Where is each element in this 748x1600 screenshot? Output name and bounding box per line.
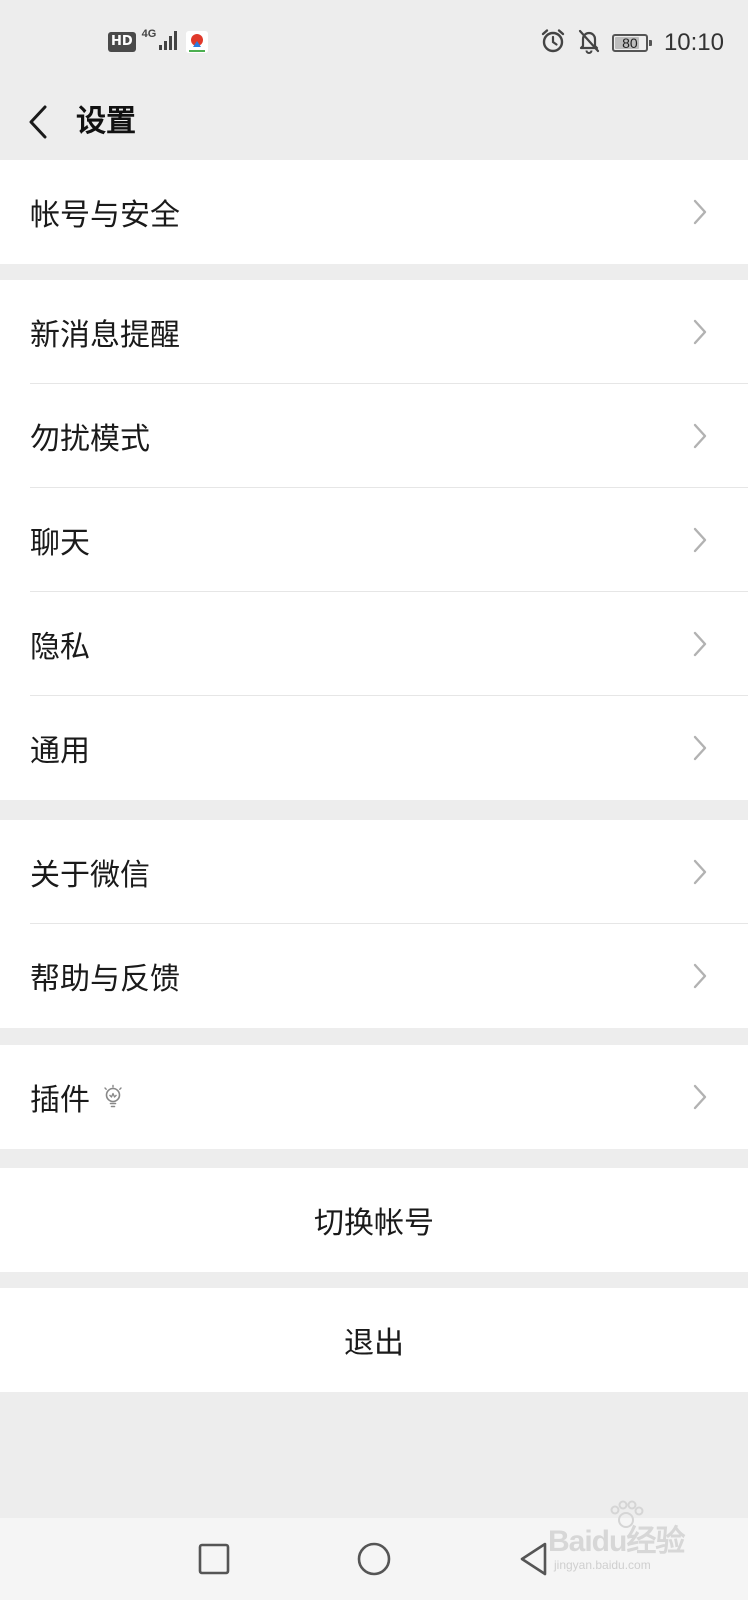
settings-item-label: 帮助与反馈 <box>30 962 180 997</box>
logout-label: 退出 <box>344 1326 404 1361</box>
settings-item-label: 关于微信 <box>30 858 150 893</box>
square-icon <box>198 1543 230 1575</box>
settings-item-privacy[interactable]: 隐私 <box>0 592 748 696</box>
settings-item-about[interactable]: 关于微信 <box>0 820 748 924</box>
back-button[interactable] <box>14 94 64 150</box>
alarm-icon <box>540 28 566 58</box>
chevron-right-icon <box>693 859 707 885</box>
chevron-right-icon <box>693 319 707 345</box>
status-left: HD 4G <box>108 28 209 56</box>
network-type: 4G <box>141 28 157 40</box>
settings-item-label: 隐私 <box>30 630 90 665</box>
settings-item-label: 新消息提醒 <box>30 318 180 353</box>
switch-account-button[interactable]: 切换帐号 <box>0 1168 748 1272</box>
settings-item-label: 插件 <box>30 1083 90 1118</box>
settings-item-label: 聊天 <box>30 526 90 561</box>
nav-header: 设置 <box>0 84 748 160</box>
chevron-right-icon <box>693 735 707 761</box>
group-account: 帐号与安全 <box>0 160 748 264</box>
hd-badge: HD <box>108 32 136 52</box>
circle-icon <box>357 1542 391 1576</box>
status-time: 10:10 <box>663 29 724 56</box>
status-right: 80 10:10 <box>540 26 724 60</box>
system-back-button[interactable] <box>509 1534 559 1584</box>
status-bar: HD 4G 80 10:10 <box>0 0 748 84</box>
signal-icon <box>158 29 180 55</box>
chevron-right-icon <box>693 527 707 553</box>
settings-item-do-not-disturb[interactable]: 勿扰模式 <box>0 384 748 488</box>
battery-icon: 80 <box>611 34 652 52</box>
system-nav-bar <box>0 1518 748 1600</box>
home-button[interactable] <box>349 1534 399 1584</box>
settings-item-label: 通用 <box>30 734 90 769</box>
lightbulb-icon <box>102 1084 124 1110</box>
chevron-right-icon <box>693 963 707 989</box>
settings-item-notifications[interactable]: 新消息提醒 <box>0 280 748 384</box>
chevron-right-icon <box>693 423 707 449</box>
settings-item-account-security[interactable]: 帐号与安全 <box>0 160 748 264</box>
settings-item-plugins[interactable]: 插件 <box>0 1045 748 1149</box>
chevron-right-icon <box>693 1084 707 1110</box>
settings-item-help-feedback[interactable]: 帮助与反馈 <box>0 924 748 1028</box>
back-arrow-icon <box>29 105 47 139</box>
app-notification-icon <box>186 31 209 53</box>
switch-account-label: 切换帐号 <box>314 1206 434 1241</box>
settings-item-label: 勿扰模式 <box>30 422 150 457</box>
group-plugins: 插件 <box>0 1045 748 1149</box>
settings-item-chat[interactable]: 聊天 <box>0 488 748 592</box>
battery-text: 80 <box>622 35 638 51</box>
logout-button[interactable]: 退出 <box>0 1288 748 1392</box>
settings-item-general[interactable]: 通用 <box>0 696 748 800</box>
page-title: 设置 <box>76 104 136 139</box>
recent-apps-button[interactable] <box>189 1534 239 1584</box>
mute-bell-icon <box>576 28 602 58</box>
chevron-right-icon <box>693 199 707 225</box>
group-about: 关于微信 帮助与反馈 <box>0 820 748 1028</box>
chevron-right-icon <box>693 631 707 657</box>
group-general: 新消息提醒 勿扰模式 聊天 隐私 通用 <box>0 280 748 800</box>
settings-item-label: 帐号与安全 <box>30 198 180 233</box>
triangle-back-icon <box>520 1542 547 1576</box>
